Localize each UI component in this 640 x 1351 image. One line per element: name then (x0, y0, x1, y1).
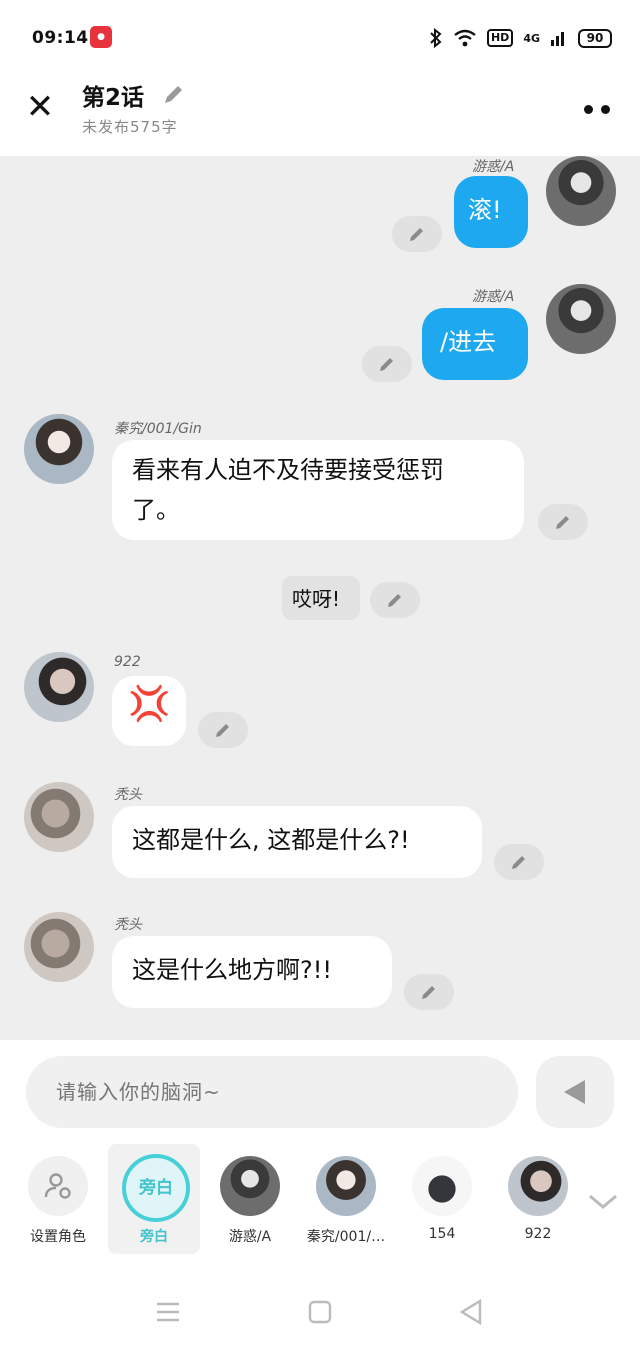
battery-level: 90 (578, 28, 612, 48)
chat-area[interactable]: 游惑/A 滚! 游惑/A /进去 秦究/001/Gin 看来有人迫不及待要接受惩… (0, 156, 640, 1040)
message-bubble[interactable]: 滚! (454, 176, 528, 248)
pencil-icon (380, 358, 393, 371)
send-button[interactable] (536, 1056, 614, 1128)
message-author: 秃头 (114, 917, 142, 933)
role-label: 922 (524, 1226, 552, 1242)
app-notification-icon: ● (90, 26, 112, 48)
message-input[interactable] (26, 1056, 518, 1128)
avatar[interactable] (24, 414, 94, 484)
avatar[interactable] (24, 912, 94, 982)
role-item[interactable]: 秦究/001/… (300, 1144, 392, 1254)
avatar[interactable] (546, 156, 616, 226)
edit-message-button[interactable] (392, 216, 442, 252)
message-author: 秦究/001/Gin (114, 421, 202, 437)
set-role-button[interactable]: 设置角色 (12, 1144, 104, 1254)
pencil-icon (512, 856, 525, 869)
network-type: 4G (523, 31, 540, 45)
message-author: 922 (114, 654, 141, 670)
role-item[interactable]: 游惑/A (204, 1144, 296, 1254)
edit-message-button[interactable] (404, 974, 454, 1010)
role-narration[interactable]: 旁白 旁白 (108, 1144, 200, 1254)
more-menu-button[interactable] (584, 102, 614, 116)
chapter-title: 第2话 (82, 85, 145, 111)
status-time: 09:14 (32, 28, 89, 48)
send-icon (564, 1080, 585, 1104)
pencil-icon (216, 724, 229, 737)
back-icon[interactable] (458, 1298, 484, 1326)
role-item[interactable]: 154 (396, 1144, 488, 1254)
message-bubble[interactable]: 看来有人迫不及待要接受惩罚 了。 (112, 440, 524, 540)
message-bubble[interactable]: 这是什么地方啊?!! (112, 936, 392, 1008)
role-avatar (508, 1156, 568, 1216)
message-bubble[interactable]: 💢 (112, 676, 186, 746)
status-icons: HD 4G 90 (429, 27, 612, 49)
role-item[interactable]: 922 (492, 1144, 584, 1254)
pencil-icon (388, 594, 401, 607)
edit-message-button[interactable] (370, 582, 420, 618)
role-label: 旁白 (140, 1229, 168, 1245)
avatar[interactable] (546, 284, 616, 354)
bluetooth-icon (430, 28, 442, 48)
narration-avatar: 旁白 (122, 1154, 190, 1222)
role-label: 秦究/001/… (306, 1229, 386, 1245)
edit-message-button[interactable] (494, 844, 544, 880)
edit-title-icon[interactable] (160, 82, 186, 108)
role-avatar (412, 1156, 472, 1216)
edit-message-button[interactable] (198, 712, 248, 748)
message-text-line: 看来有人迫不及待要接受惩罚 (132, 456, 444, 484)
editor-header: ✕ 第2话 未发布575字 (0, 76, 640, 156)
message-bubble[interactable]: /进去 (422, 308, 528, 380)
message-author: 秃头 (114, 787, 142, 803)
status-bar: 09:14 ● HD 4G 90 (0, 0, 640, 76)
message-bubble[interactable]: 这都是什么, 这都是什么?! (112, 806, 482, 878)
system-nav-bar (0, 1270, 640, 1351)
home-icon[interactable] (308, 1300, 332, 1324)
close-button[interactable]: ✕ (22, 90, 58, 126)
message-text-line: 了。 (132, 496, 180, 524)
message-author: 游惑/A (472, 289, 515, 305)
chapter-status: 未发布575字 (82, 118, 178, 136)
chevron-down-icon[interactable] (586, 1192, 620, 1212)
menu-icon[interactable] (154, 1300, 182, 1324)
narration-bubble[interactable]: 哎呀! (282, 576, 360, 620)
edit-message-button[interactable] (538, 504, 588, 540)
signal-icon (551, 32, 564, 46)
role-label: 154 (428, 1226, 456, 1242)
role-label: 设置角色 (30, 1229, 86, 1245)
role-avatar (220, 1156, 280, 1216)
pencil-icon (556, 516, 569, 529)
hd-badge: HD (486, 29, 514, 47)
edit-message-button[interactable] (362, 346, 412, 382)
pencil-icon (422, 986, 435, 999)
avatar[interactable] (24, 652, 94, 722)
user-settings-icon (44, 1173, 71, 1199)
pencil-icon (410, 228, 423, 241)
role-label: 游惑/A (228, 1229, 272, 1245)
role-avatar (316, 1156, 376, 1216)
wifi-icon (454, 29, 476, 47)
avatar[interactable] (24, 782, 94, 852)
message-author: 游惑/A (472, 159, 515, 175)
set-role-icon-wrap (28, 1156, 88, 1216)
anger-icon: 💢 (128, 684, 171, 724)
